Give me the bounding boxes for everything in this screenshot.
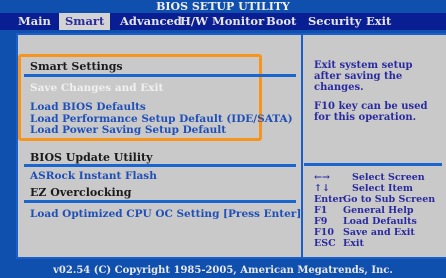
key-arrows-ud: ↑↓ [314,183,330,194]
load-optimized-cpu-oc-item[interactable]: Load Optimized CPU OC Setting [Press Ent… [30,208,301,220]
key-desc: Load Defaults [343,216,417,227]
key-desc: Go to Sub Screen [343,194,436,205]
key-desc: Save and Exit [343,227,415,238]
tab-security[interactable]: Security [308,13,361,30]
key-f1: F1 [314,205,328,216]
key-enter: Enter [314,194,344,205]
key-esc: ESC [314,238,336,249]
menu-bar: Main Smart Advanced H/W Monitor Boot Sec… [0,13,446,30]
tab-main[interactable]: Main [18,13,51,30]
ez-overclocking-header: EZ Overclocking [30,186,132,199]
tab-advanced[interactable]: Advanced [120,13,182,30]
key-desc: General Help [343,205,414,216]
help-divider [304,163,442,166]
tab-hw-monitor[interactable]: H/W Monitor [180,13,264,30]
help-text-line: changes. [314,82,364,93]
load-power-saving-defaults-item[interactable]: Load Power Saving Setup Default [30,124,226,136]
key-arrows-lr: ←→ [314,172,330,183]
copyright-footer: v02.54 (C) Copyright 1985-2005, American… [0,264,446,278]
key-f9: F9 [314,216,328,227]
key-f10: F10 [314,227,334,238]
help-text-line: for this operation. [314,112,417,123]
help-text-line: Exit system setup [314,60,413,71]
key-desc: Exit [343,238,364,249]
section-divider [24,74,296,77]
tab-exit[interactable]: Exit [366,13,391,30]
help-text-line: F10 key can be used [314,101,428,112]
help-text-line: after saving the [314,71,403,82]
bios-update-header: BIOS Update Utility [30,151,153,164]
smart-settings-header: Smart Settings [30,60,123,73]
load-bios-defaults-item[interactable]: Load BIOS Defaults [30,101,146,113]
save-changes-and-exit-item[interactable]: Save Changes and Exit [30,82,163,94]
key-desc: Select Item [352,183,413,194]
section-divider [24,200,296,203]
tab-smart[interactable]: Smart [59,13,111,30]
key-desc: Select Screen [352,172,425,183]
tab-boot[interactable]: Boot [266,13,296,30]
section-divider [24,164,296,167]
asrock-instant-flash-item[interactable]: ASRock Instant Flash [30,170,157,182]
window-title: BIOS SETUP UTILITY [0,0,446,13]
